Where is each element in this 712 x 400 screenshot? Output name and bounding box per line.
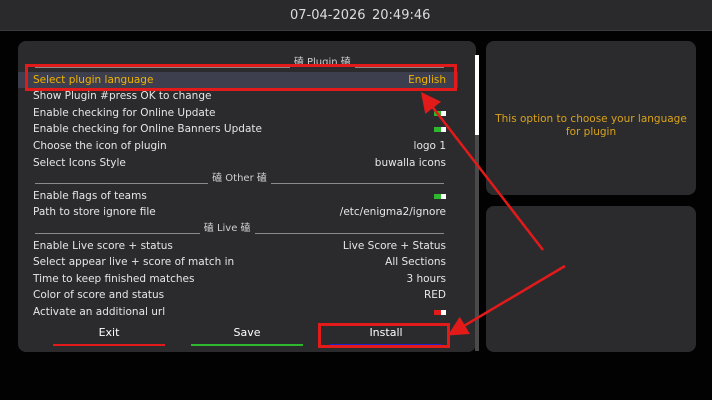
setting-row-ignore-path[interactable]: Path to store ignore file /etc/enigma2/i… <box>18 204 458 221</box>
setting-row-team-flags[interactable]: Enable flags of teams <box>18 188 458 205</box>
setting-value: logo 1 <box>413 139 446 152</box>
setting-label: Enable checking for Online Update <box>33 106 216 119</box>
setting-value: /etc/enigma2/ignore <box>339 206 446 219</box>
setting-label: Select Icons Style <box>33 156 126 169</box>
setting-label: Choose the icon of plugin <box>33 139 167 152</box>
toggle-on-icon[interactable] <box>434 127 446 133</box>
setting-row-icons-style[interactable]: Select Icons Style buwalla icons <box>18 155 458 172</box>
toggle-off-icon[interactable] <box>434 309 446 315</box>
setting-row-appear-live[interactable]: Select appear live + score of match in A… <box>18 254 458 271</box>
toggle-on-icon[interactable] <box>434 193 446 199</box>
setting-row-banners-update[interactable]: Enable checking for Online Banners Updat… <box>18 121 458 138</box>
setting-label: Time to keep finished matches <box>33 272 195 285</box>
setting-row-keep-finished[interactable]: Time to keep finished matches 3 hours <box>18 271 458 288</box>
setting-label: Enable checking for Online Banners Updat… <box>33 123 262 136</box>
section-divider <box>270 182 444 184</box>
setting-row-live-score[interactable]: Enable Live score + status Live Score + … <box>18 238 458 255</box>
secondary-info-panel <box>486 206 696 352</box>
section-label: 磕 Live 磕 <box>203 222 251 234</box>
save-button-color-bar <box>191 344 303 346</box>
exit-button-label: Exit <box>98 326 120 339</box>
setting-label: Activate an additional url <box>33 305 166 318</box>
clock-date: 07-04-2026 <box>290 8 366 23</box>
setting-row-additional-url[interactable]: Activate an additional url <box>18 304 458 321</box>
highlight-box-install <box>318 323 450 348</box>
option-description: This option to choose your language for … <box>495 113 687 138</box>
clock-time: 20:49:46 <box>372 8 431 23</box>
scrollbar-thumb[interactable] <box>475 55 479 135</box>
info-panel: This option to choose your language for … <box>486 41 696 195</box>
setting-row-score-color[interactable]: Color of score and status RED <box>18 287 458 304</box>
section-header-live: 磕 Live 磕 <box>18 221 458 238</box>
setting-value: 3 hours <box>406 272 446 285</box>
section-header-other: 磕 Other 磕 <box>18 171 458 188</box>
setting-value: Live Score + Status <box>342 239 446 252</box>
setting-row-online-update[interactable]: Enable checking for Online Update <box>18 105 458 122</box>
save-button[interactable]: Save <box>191 326 303 348</box>
setting-row-plugin-icon[interactable]: Choose the icon of plugin logo 1 <box>18 138 458 155</box>
setting-value: RED <box>423 289 446 302</box>
highlight-box-language <box>25 64 457 91</box>
scrollbar[interactable] <box>475 55 479 351</box>
setting-label: Path to store ignore file <box>33 206 156 219</box>
exit-button-color-bar <box>53 344 165 346</box>
toggle-on-icon[interactable] <box>434 110 446 116</box>
setting-label: Color of score and status <box>33 289 165 302</box>
top-status-bar: 07-04-2026 20:49:46 <box>0 0 712 31</box>
section-divider <box>35 182 209 184</box>
section-divider <box>254 232 444 234</box>
setting-label: Enable Live score + status <box>33 239 173 252</box>
settings-list: 磕 Plugin 磕 Select plugin language Englis… <box>18 55 458 321</box>
save-button-label: Save <box>233 326 261 339</box>
setting-value: All Sections <box>385 256 446 269</box>
setting-value: buwalla icons <box>374 156 446 169</box>
setting-label: Enable flags of teams <box>33 189 147 202</box>
section-divider <box>35 232 200 234</box>
section-label: 磕 Other 磕 <box>212 173 267 185</box>
exit-button[interactable]: Exit <box>53 326 165 348</box>
setting-label: Select appear live + score of match in <box>33 256 235 269</box>
